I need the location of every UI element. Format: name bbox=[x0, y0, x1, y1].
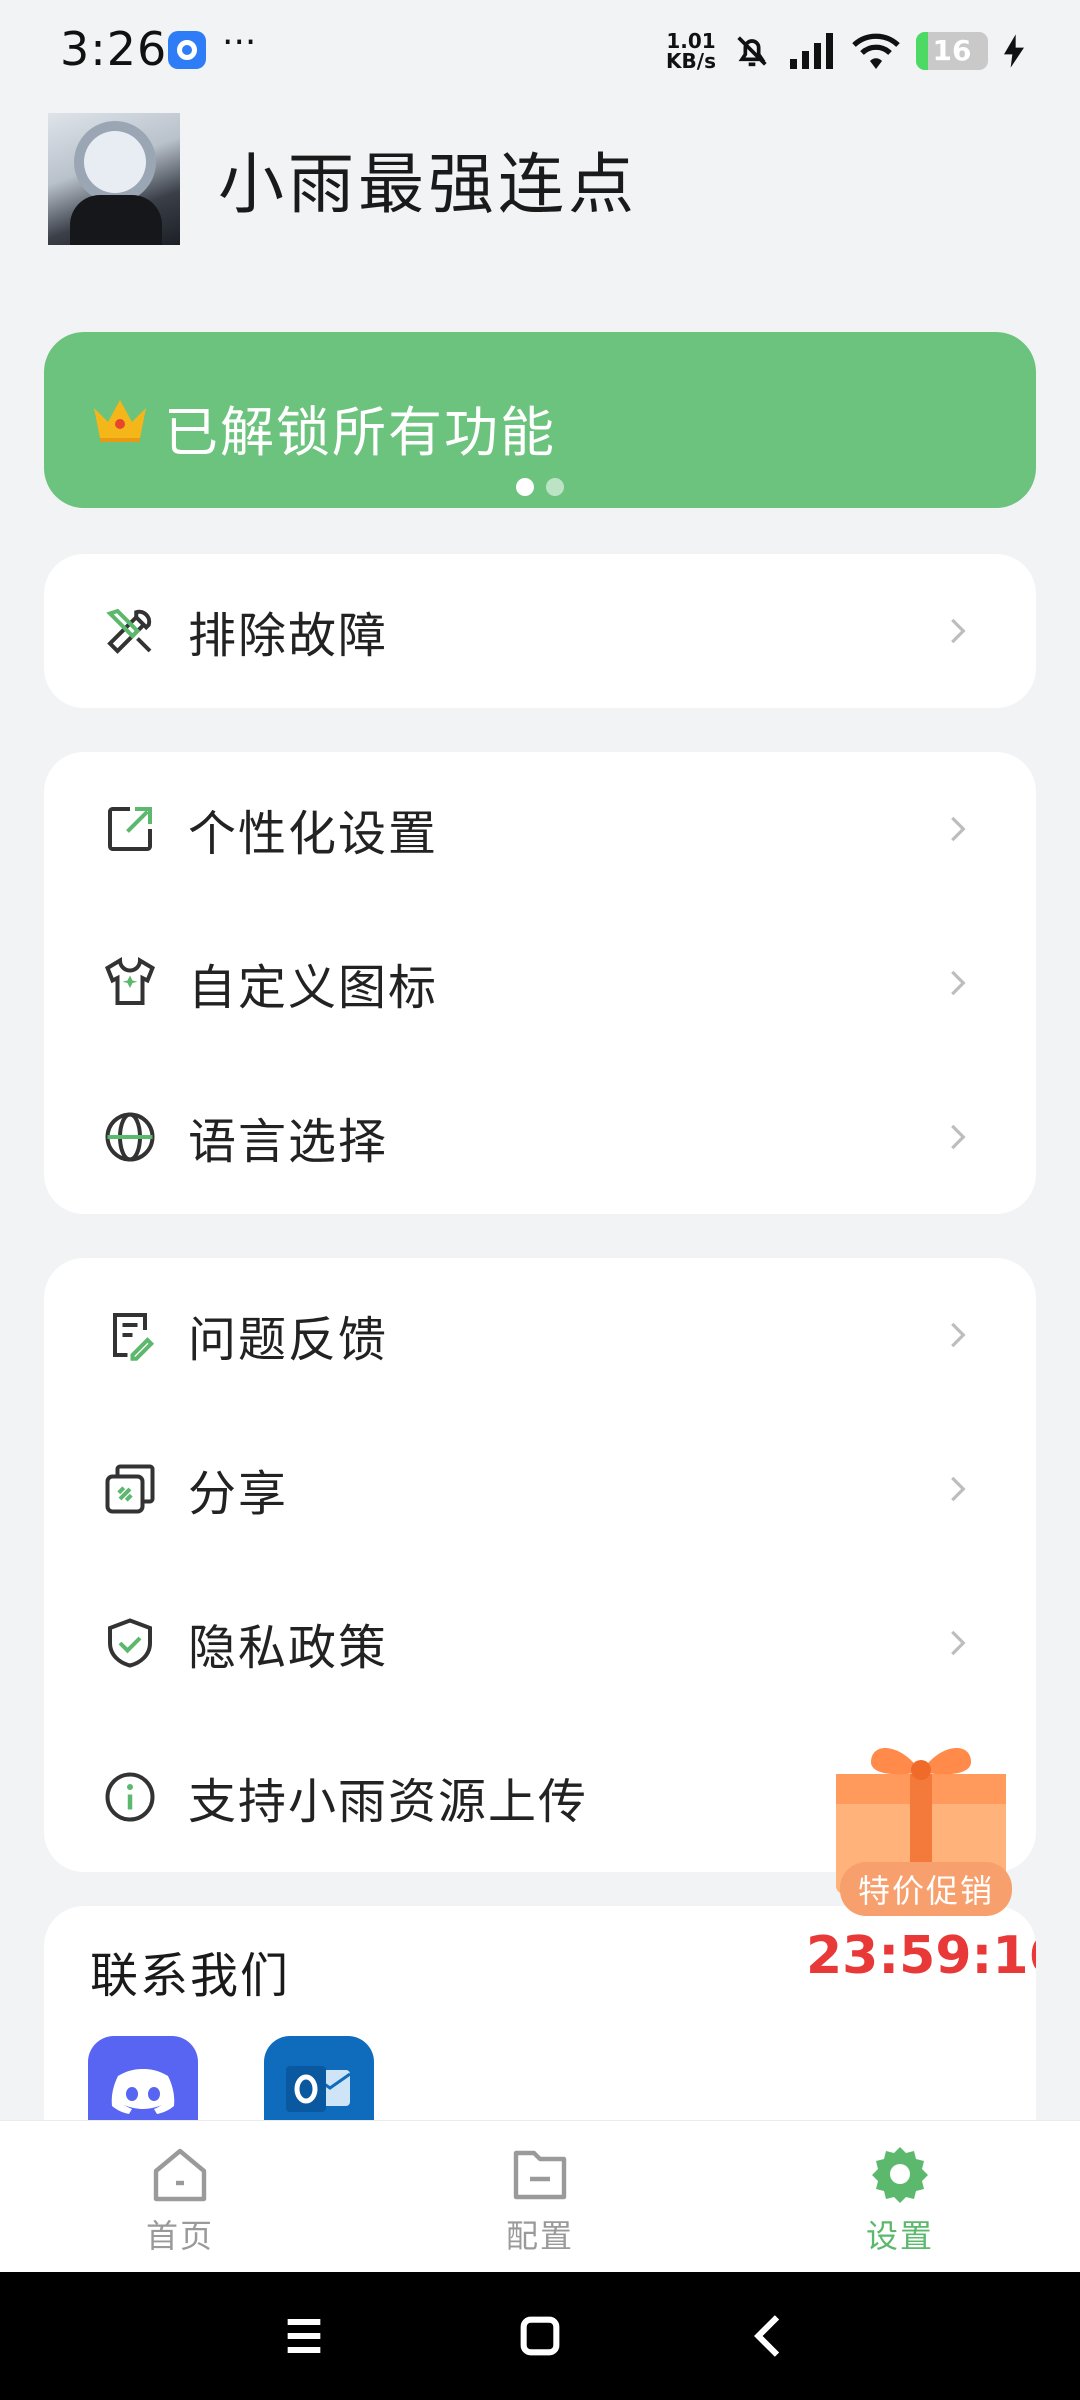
menu-item-label: 语言选择 bbox=[188, 1114, 389, 1170]
feedback-doc-icon bbox=[113, 1313, 155, 1361]
bottom-nav: 首页 配置 设置 bbox=[0, 2120, 1080, 2272]
external-link-icon bbox=[108, 807, 152, 851]
contact-title: 联系我们 bbox=[90, 1948, 291, 2004]
page-title: 小雨最强连点 bbox=[218, 146, 638, 223]
promo-countdown: 23:59:16 bbox=[806, 1926, 1036, 1986]
banner-pagination bbox=[44, 478, 1036, 496]
banner-dot[interactable] bbox=[546, 478, 564, 496]
menu-item-feedback[interactable]: 问题反馈 bbox=[44, 1258, 1036, 1412]
info-icon bbox=[105, 1772, 155, 1822]
menu-item-share[interactable]: 分享 bbox=[44, 1412, 1036, 1566]
shield-check-icon bbox=[108, 1618, 152, 1668]
chevron-right-icon bbox=[951, 970, 966, 996]
share-link-icon bbox=[105, 1464, 155, 1514]
menu-item-personalization[interactable]: 个性化设置 bbox=[44, 752, 1036, 906]
shirt-icon bbox=[105, 956, 155, 1005]
nav-home[interactable]: 首页 bbox=[80, 2143, 280, 2257]
menu-item-troubleshoot[interactable]: 排除故障 bbox=[44, 554, 1036, 708]
chevron-right-icon bbox=[951, 1630, 966, 1656]
nav-settings[interactable]: 设置 bbox=[800, 2143, 1000, 2257]
network-speed: 1.01 KB/s bbox=[666, 29, 716, 73]
app-header: 小雨最强连点 bbox=[48, 112, 638, 246]
system-navigation-bar bbox=[0, 2272, 1080, 2400]
status-bar: 3:26 ··· 1.01 KB/s 16 bbox=[0, 0, 1080, 100]
crown-icon bbox=[94, 400, 146, 442]
gear-icon bbox=[872, 2147, 928, 2203]
banner-text: 已解锁所有功能 bbox=[164, 401, 556, 464]
wifi-icon bbox=[852, 33, 900, 69]
personalization-card: 个性化设置 自定义图标 语言选择 bbox=[44, 752, 1036, 1214]
premium-banner[interactable]: 已解锁所有功能 bbox=[44, 332, 1036, 508]
signal-icon bbox=[790, 33, 833, 69]
back-icon[interactable] bbox=[742, 2308, 798, 2364]
avatar[interactable] bbox=[48, 113, 180, 245]
nav-config[interactable]: 配置 bbox=[440, 2143, 640, 2257]
menu-icon[interactable] bbox=[276, 2308, 332, 2364]
more-notifications-icon: ··· bbox=[222, 22, 257, 63]
banner-dot[interactable] bbox=[516, 478, 534, 496]
tools-icon bbox=[106, 608, 152, 654]
menu-item-label: 隐私政策 bbox=[188, 1620, 389, 1676]
bell-muted-icon bbox=[737, 36, 767, 67]
chevron-right-icon bbox=[951, 618, 966, 644]
chevron-right-icon bbox=[951, 1476, 966, 1502]
menu-item-privacy[interactable]: 隐私政策 bbox=[44, 1566, 1036, 1720]
status-time: 3:26 bbox=[60, 22, 168, 76]
troubleshoot-card: 排除故障 bbox=[44, 554, 1036, 708]
battery-indicator: 16 bbox=[916, 32, 988, 70]
chevron-right-icon bbox=[951, 1322, 966, 1348]
menu-item-label: 问题反馈 bbox=[188, 1312, 389, 1368]
menu-item-language[interactable]: 语言选择 bbox=[44, 1060, 1036, 1214]
status-indicators: 1.01 KB/s 16 bbox=[666, 28, 1024, 74]
chevron-right-icon bbox=[951, 816, 966, 842]
home-icon bbox=[153, 2148, 207, 2202]
menu-item-label: 支持小雨资源上传 bbox=[188, 1774, 589, 1830]
menu-item-custom-icon[interactable]: 自定义图标 bbox=[44, 906, 1036, 1060]
promo-badge: 特价促销 bbox=[840, 1862, 1013, 1916]
app-notification-icon bbox=[168, 31, 206, 69]
menu-item-label: 排除故障 bbox=[188, 608, 389, 664]
menu-item-label: 自定义图标 bbox=[188, 960, 439, 1016]
chevron-right-icon bbox=[951, 1124, 966, 1150]
home-button-icon[interactable] bbox=[512, 2308, 568, 2364]
menu-item-label: 分享 bbox=[188, 1466, 289, 1522]
globe-icon bbox=[105, 1112, 155, 1162]
menu-item-label: 个性化设置 bbox=[188, 806, 439, 862]
folder-icon bbox=[513, 2150, 567, 2200]
promo-gift-widget[interactable]: 特价促销 23:59:16 bbox=[806, 1714, 1036, 1986]
charging-bolt-icon bbox=[1004, 34, 1024, 68]
